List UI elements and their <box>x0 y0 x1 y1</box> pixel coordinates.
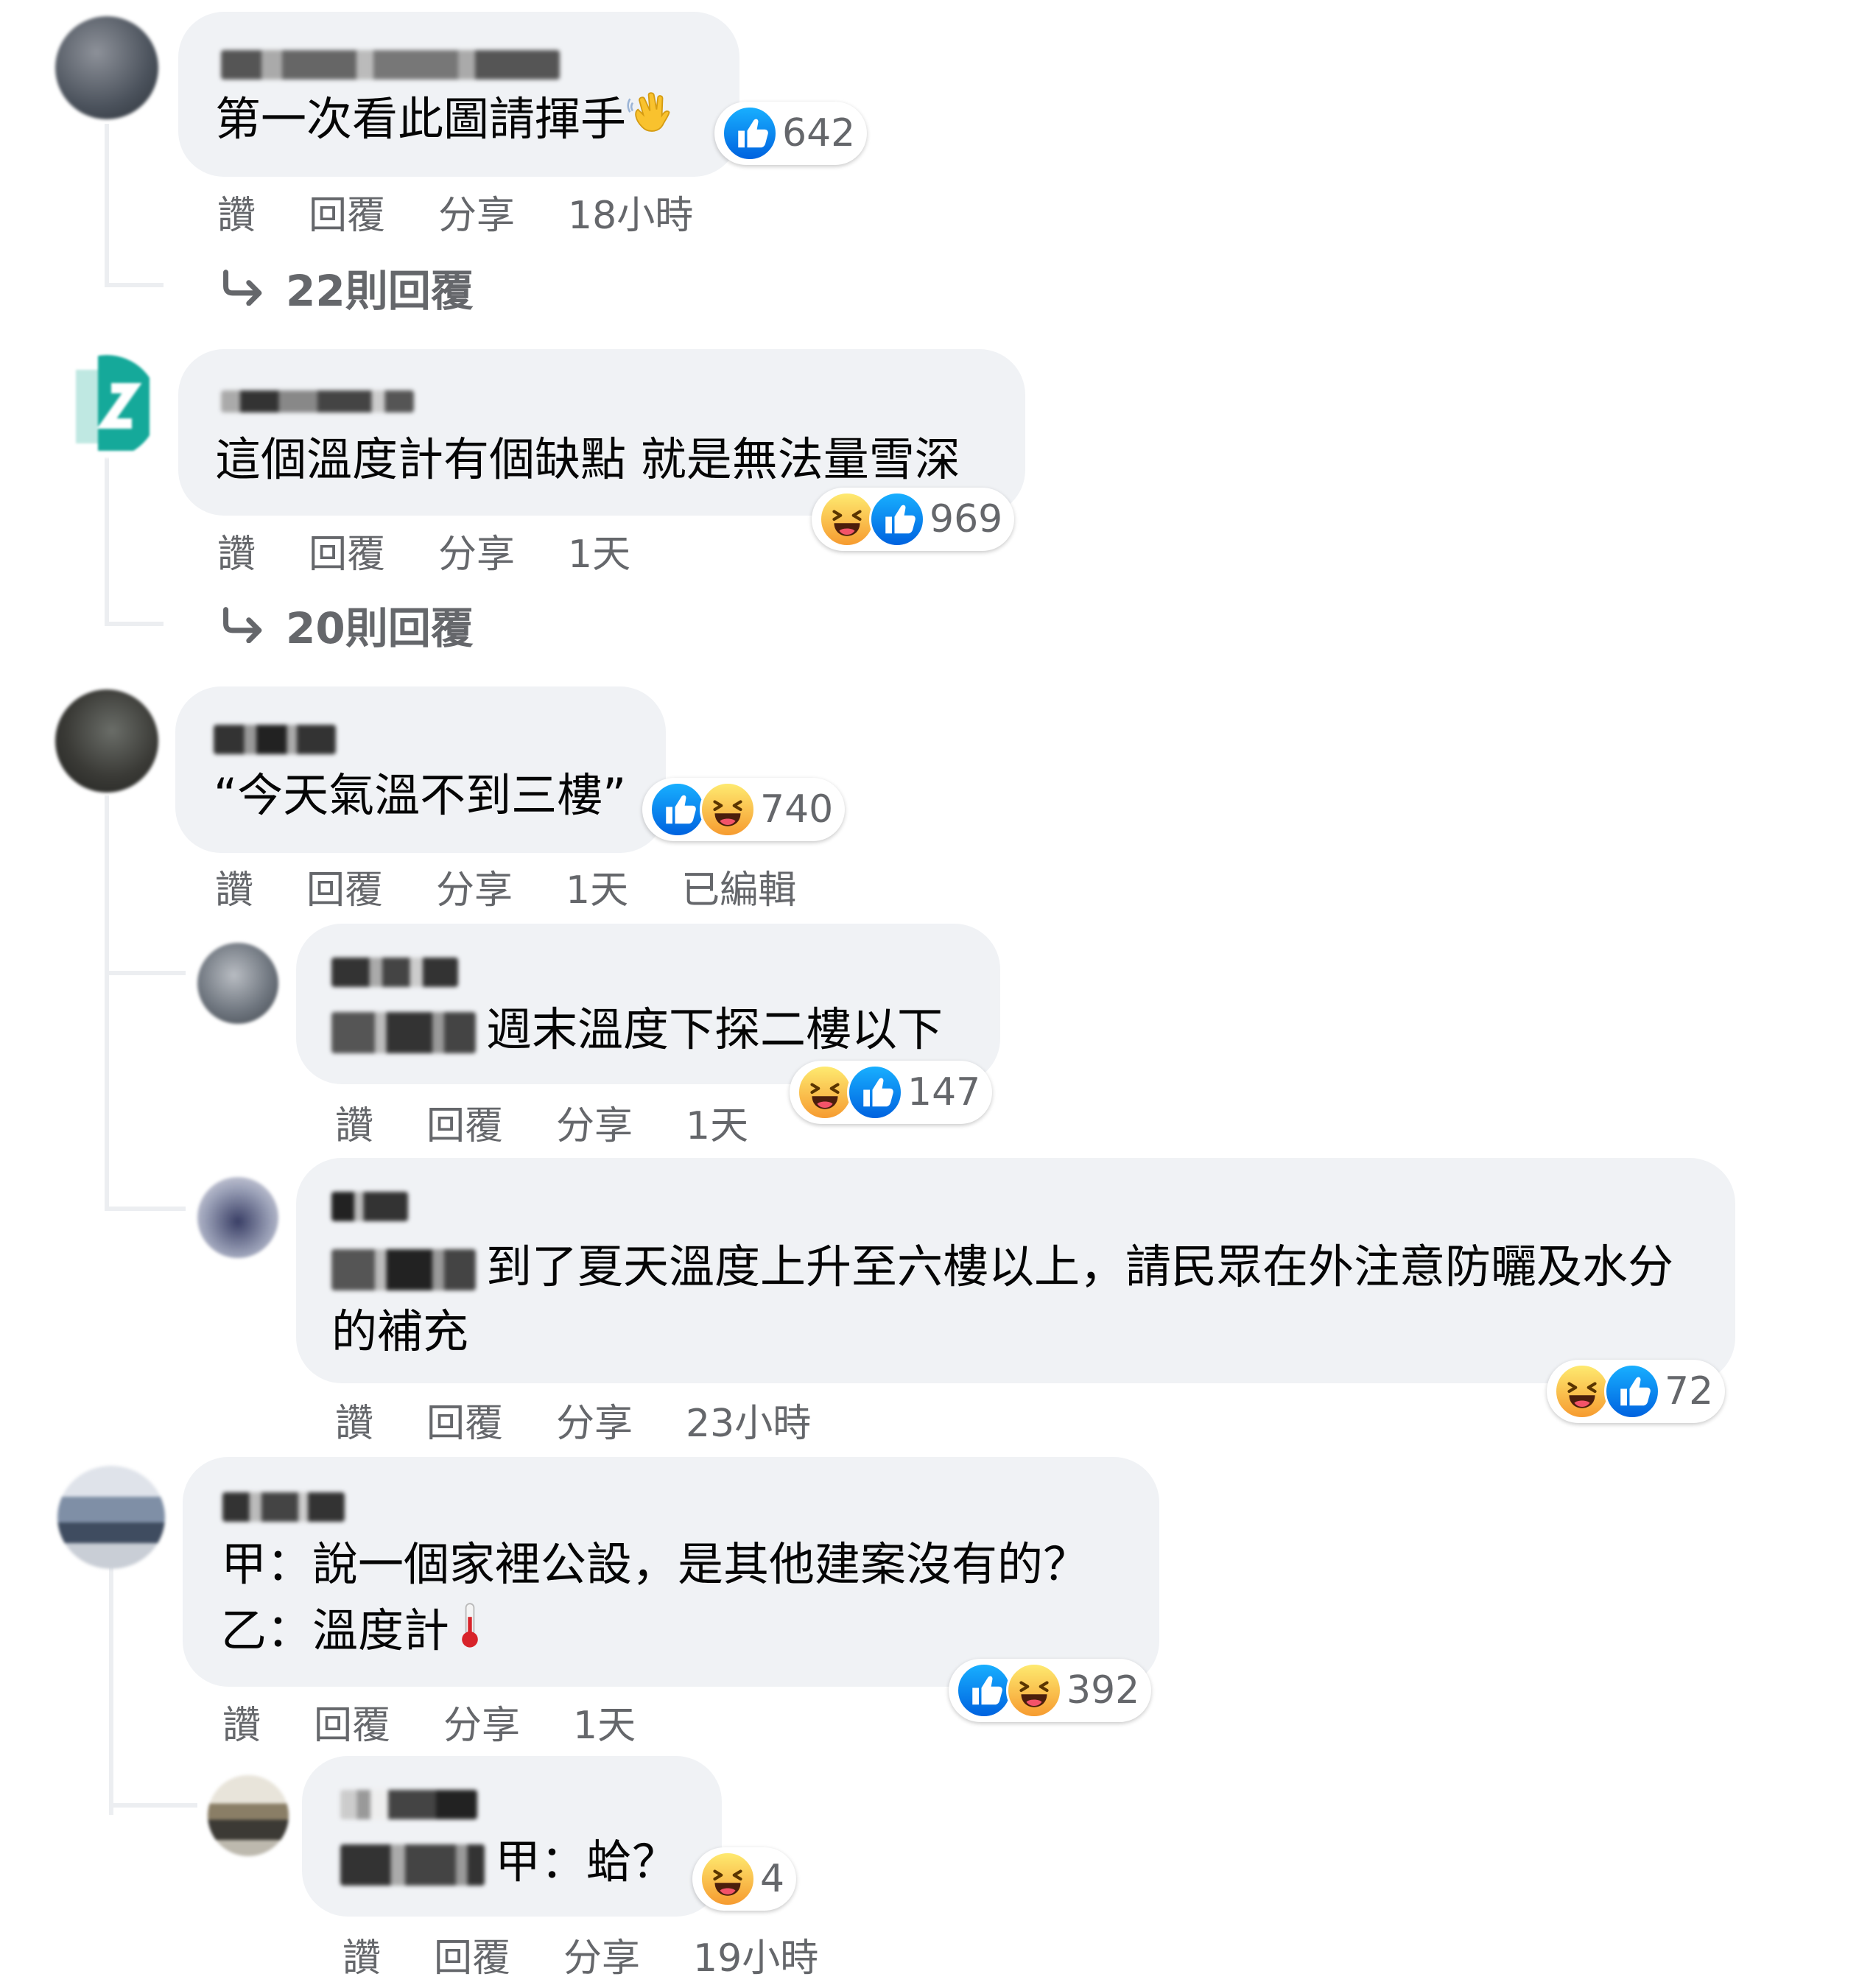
timestamp[interactable]: 1天 <box>566 859 628 914</box>
thread-line <box>105 124 109 286</box>
thread-line <box>105 971 186 975</box>
like-button[interactable]: 讚 <box>217 523 256 578</box>
waving-hand-emoji <box>626 87 679 157</box>
edited-label[interactable]: 已編輯 <box>681 859 796 914</box>
like-button[interactable]: 讚 <box>222 1694 261 1749</box>
reply-button[interactable]: 回覆 <box>434 1927 510 1982</box>
haha-reaction-icon <box>819 491 875 547</box>
mentioned-user[interactable] <box>340 1844 485 1886</box>
avatar[interactable] <box>55 689 158 793</box>
reaction-summary[interactable]: 740 <box>642 778 846 841</box>
haha-reaction-icon <box>797 1064 853 1120</box>
reaction-summary[interactable]: 392 <box>949 1659 1152 1722</box>
comment-actions: 讚 回覆 分享 23小時 <box>335 1392 864 1447</box>
avatar[interactable] <box>55 16 158 119</box>
like-button[interactable]: 讚 <box>335 1392 373 1447</box>
comment-actions: 讚 回覆 分享 1天 <box>217 523 684 578</box>
mentioned-user[interactable] <box>331 1011 476 1053</box>
mentioned-user[interactable] <box>331 1248 476 1290</box>
commenter-name[interactable] <box>214 725 336 754</box>
like-reaction-icon <box>650 781 706 837</box>
haha-reaction-icon <box>1554 1363 1610 1419</box>
reply-arrow-icon <box>223 270 262 306</box>
timestamp[interactable]: 19小時 <box>693 1927 818 1982</box>
avatar[interactable] <box>197 1177 278 1258</box>
like-reaction-icon <box>869 491 925 547</box>
like-reaction-icon <box>956 1662 1012 1718</box>
timestamp[interactable]: 1天 <box>686 1095 748 1150</box>
share-button[interactable]: 分享 <box>556 1392 633 1447</box>
avatar[interactable] <box>197 943 278 1024</box>
timestamp[interactable]: 1天 <box>568 523 630 578</box>
thermometer-emoji <box>449 1598 491 1668</box>
comment-actions: 讚 回覆 分享 18小時 <box>217 184 746 239</box>
like-button[interactable]: 讚 <box>217 184 256 239</box>
haha-reaction-icon <box>700 1851 756 1907</box>
like-reaction-icon <box>1604 1363 1660 1419</box>
reaction-summary[interactable]: 642 <box>714 102 868 165</box>
avatar[interactable] <box>55 355 158 458</box>
reply-arrow-icon <box>223 607 262 643</box>
reply-button[interactable]: 回覆 <box>314 1694 390 1749</box>
commenter-name[interactable] <box>340 1790 477 1819</box>
commenter-name[interactable] <box>221 390 414 412</box>
reaction-summary[interactable]: 969 <box>812 488 1015 551</box>
avatar[interactable] <box>57 1466 165 1569</box>
haha-reaction-icon <box>700 781 756 837</box>
like-reaction-icon <box>847 1064 903 1120</box>
timestamp[interactable]: 18小時 <box>568 184 693 239</box>
share-button[interactable]: 分享 <box>436 859 513 914</box>
reply-button[interactable]: 回覆 <box>309 184 385 239</box>
share-button[interactable]: 分享 <box>438 184 515 239</box>
reply-button[interactable]: 回覆 <box>426 1392 503 1447</box>
comment-text: 到了夏天溫度上升至六樓以上，請民眾在外注意防曬及水分的補充 <box>331 1240 1674 1358</box>
comment-actions: 讚 回覆 分享 1天 已編輯 <box>215 859 849 914</box>
comment-text: 甲：蛤？ <box>340 1830 678 1894</box>
thread-line <box>105 457 109 625</box>
commenter-name[interactable] <box>222 1492 345 1522</box>
comment-actions: 讚 回覆 分享 1天 <box>335 1095 801 1150</box>
comment-text: 這個溫度計有個缺點 就是無法量雪深 <box>215 432 960 486</box>
commenter-name[interactable] <box>221 50 560 80</box>
commenter-name[interactable] <box>331 1192 408 1221</box>
like-button[interactable]: 讚 <box>215 859 253 914</box>
comment-text: 週末溫度下探二樓以下 <box>331 997 943 1062</box>
thread-line <box>105 1207 186 1211</box>
reaction-summary[interactable]: 4 <box>692 1847 797 1911</box>
timestamp[interactable]: 1天 <box>573 1694 636 1749</box>
timestamp[interactable]: 23小時 <box>686 1392 811 1447</box>
reaction-summary[interactable]: 147 <box>790 1061 993 1124</box>
comment-actions: 讚 回覆 分享 19小時 <box>342 1927 871 1982</box>
like-button[interactable]: 讚 <box>335 1095 373 1150</box>
reply-button[interactable]: 回覆 <box>306 859 383 914</box>
thread-line <box>105 283 164 287</box>
thread-line <box>105 622 164 626</box>
comment-text: 第一次看此圖請揮手 <box>215 87 679 157</box>
comment-text: “今天氣溫不到三樓” <box>214 768 627 822</box>
comment-actions: 讚 回覆 分享 1天 <box>222 1694 689 1749</box>
reply-button[interactable]: 回覆 <box>309 523 385 578</box>
commenter-name[interactable] <box>331 958 458 987</box>
thread-line <box>109 1803 197 1808</box>
like-button[interactable]: 讚 <box>342 1927 381 1982</box>
view-replies-button[interactable]: 20則回覆 <box>219 594 474 656</box>
like-reaction-icon <box>722 105 778 161</box>
share-button[interactable]: 分享 <box>438 523 515 578</box>
reply-button[interactable]: 回覆 <box>426 1095 503 1150</box>
thread-line <box>105 795 109 1208</box>
comment-text-line-2: 乙：溫度計 <box>221 1598 491 1668</box>
share-button[interactable]: 分享 <box>563 1927 640 1982</box>
share-button[interactable]: 分享 <box>556 1095 633 1150</box>
haha-reaction-icon <box>1006 1662 1062 1718</box>
share-button[interactable]: 分享 <box>443 1694 520 1749</box>
comment-text-line-1: 甲：說一個家裡公設，是其他建案沒有的？ <box>221 1537 1089 1591</box>
view-replies-button[interactable]: 22則回覆 <box>219 256 474 318</box>
reaction-summary[interactable]: 72 <box>1547 1360 1726 1423</box>
avatar[interactable] <box>208 1775 289 1856</box>
thread-line <box>109 1564 113 1815</box>
